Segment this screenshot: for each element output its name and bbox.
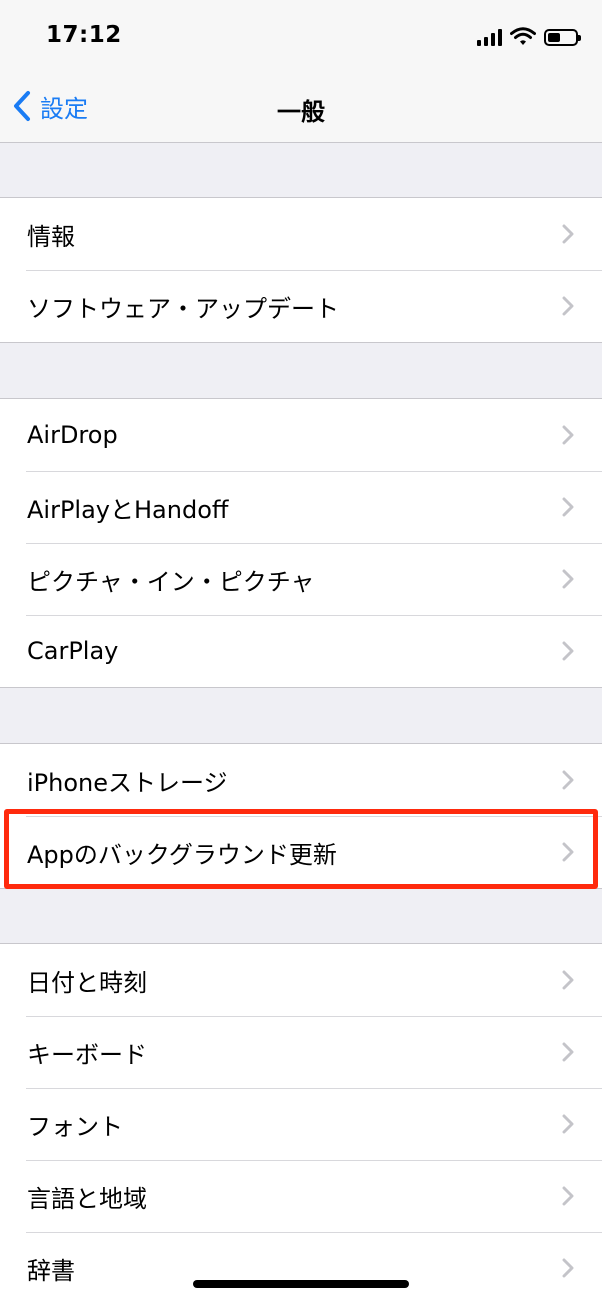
status-icons	[477, 26, 581, 48]
wifi-icon	[510, 27, 536, 45]
row-label: ソフトウェア・アップデート	[27, 294, 339, 323]
chevron-right-icon	[562, 842, 574, 862]
row-label: フォント	[27, 1112, 123, 1141]
navigation-bar: 設定 一般	[0, 70, 602, 143]
row-label: 辞書	[27, 1256, 75, 1285]
battery-icon	[544, 28, 581, 46]
settings-row-background-app-refresh[interactable]: Appのバックグラウンド更新	[0, 816, 602, 888]
row-label: 情報	[27, 222, 75, 251]
row-label: ピクチャ・イン・ピクチャ	[27, 567, 315, 596]
chevron-right-icon	[562, 641, 574, 661]
settings-row-carplay[interactable]: CarPlay	[0, 615, 602, 687]
settings-row-software-update[interactable]: ソフトウェア・アップデート	[0, 270, 602, 342]
home-indicator[interactable]	[193, 1280, 409, 1288]
row-label: CarPlay	[27, 637, 119, 665]
settings-general-screen: 17:12 設定 一般 情報 ソフトウェア・アップデート AirDrop Air…	[0, 0, 602, 1303]
chevron-right-icon	[562, 1042, 574, 1062]
row-label: iPhoneストレージ	[27, 768, 228, 797]
settings-group-3: iPhoneストレージ Appのバックグラウンド更新	[0, 743, 602, 889]
settings-group-4: 日付と時刻 キーボード フォント 言語と地域 辞書	[0, 943, 602, 1303]
chevron-right-icon	[562, 770, 574, 790]
row-label: 日付と時刻	[27, 968, 147, 997]
status-bar: 17:12	[0, 0, 602, 70]
settings-row-airdrop[interactable]: AirDrop	[0, 399, 602, 471]
row-label: AirDrop	[27, 421, 118, 449]
chevron-right-icon	[562, 1114, 574, 1134]
cellular-signal-icon	[477, 28, 502, 46]
settings-row-keyboard[interactable]: キーボード	[0, 1016, 602, 1088]
settings-row-about[interactable]: 情報	[0, 198, 602, 270]
chevron-right-icon	[562, 1258, 574, 1278]
chevron-right-icon	[562, 497, 574, 517]
chevron-right-icon	[562, 425, 574, 445]
row-label: AirPlayとHandoff	[27, 495, 229, 524]
chevron-right-icon	[562, 569, 574, 589]
settings-row-fonts[interactable]: フォント	[0, 1088, 602, 1160]
row-label: キーボード	[27, 1040, 147, 1069]
settings-row-picture-in-picture[interactable]: ピクチャ・イン・ピクチャ	[0, 543, 602, 615]
settings-row-language-region[interactable]: 言語と地域	[0, 1160, 602, 1232]
settings-row-iphone-storage[interactable]: iPhoneストレージ	[0, 744, 602, 816]
status-time: 17:12	[46, 22, 122, 48]
page-title: 一般	[277, 98, 325, 126]
settings-row-date-time[interactable]: 日付と時刻	[0, 944, 602, 1016]
row-label: 言語と地域	[27, 1184, 147, 1213]
settings-group-1: 情報 ソフトウェア・アップデート	[0, 197, 602, 343]
chevron-right-icon	[562, 1186, 574, 1206]
settings-row-dictionary[interactable]: 辞書	[0, 1232, 602, 1303]
chevron-right-icon	[562, 970, 574, 990]
chevron-right-icon	[562, 224, 574, 244]
chevron-right-icon	[562, 296, 574, 316]
row-label: Appのバックグラウンド更新	[27, 840, 337, 869]
settings-group-2: AirDrop AirPlayとHandoff ピクチャ・イン・ピクチャ Car…	[0, 398, 602, 688]
settings-row-airplay-handoff[interactable]: AirPlayとHandoff	[0, 471, 602, 543]
